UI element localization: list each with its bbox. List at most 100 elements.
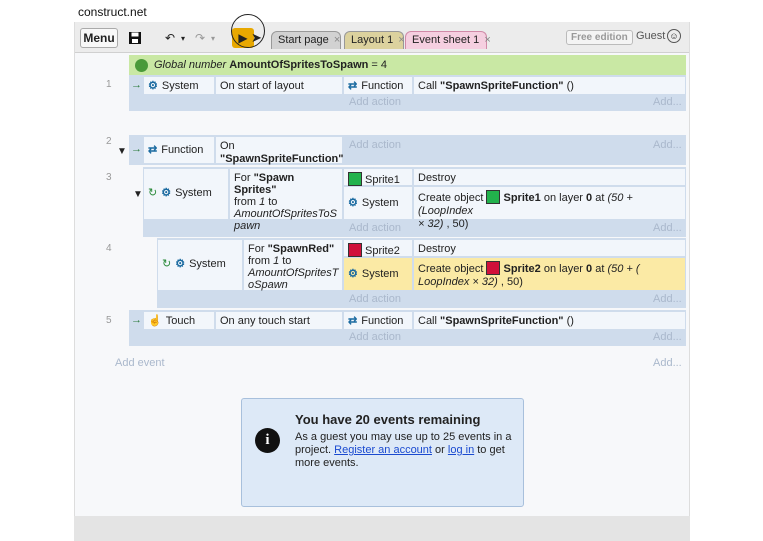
add-action-link[interactable]: Add action bbox=[349, 222, 401, 234]
close-icon[interactable]: × bbox=[334, 34, 340, 46]
user-icon[interactable]: ☺ bbox=[667, 29, 681, 43]
add-event-link[interactable]: Add event bbox=[115, 357, 165, 369]
action-param: "SpawnSpriteFunction" bbox=[440, 80, 564, 92]
condition-verb: On bbox=[220, 140, 235, 152]
add-event-more-link[interactable]: Add... bbox=[653, 357, 682, 369]
collapse-triangle-icon[interactable]: ▼ bbox=[133, 189, 143, 200]
tab-layout-1[interactable]: Layout 1 × bbox=[344, 31, 405, 49]
condition-text-part: to bbox=[279, 255, 292, 267]
redo-dropdown-icon[interactable]: ▾ bbox=[209, 28, 217, 48]
action-object[interactable]: ⚙ System bbox=[343, 257, 413, 291]
object-name: System bbox=[161, 80, 199, 92]
redo-icon[interactable]: ↷ bbox=[191, 28, 209, 48]
object-name: Sprite1 bbox=[365, 174, 400, 186]
function-icon: ⇄ bbox=[348, 315, 358, 327]
event-number: 1 bbox=[106, 79, 112, 90]
register-link[interactable]: Register an account bbox=[334, 444, 432, 456]
gear-icon: ⚙ bbox=[175, 258, 186, 270]
gear-icon: ⚙ bbox=[148, 80, 158, 92]
object-name: System bbox=[189, 258, 226, 270]
action-verb: Call bbox=[418, 80, 441, 92]
condition-param: "SpawnRed" bbox=[267, 243, 335, 255]
add-more-link[interactable]: Add... bbox=[653, 331, 682, 343]
sprite2-icon bbox=[486, 261, 501, 275]
condition-text[interactable]: On any touch start bbox=[215, 311, 343, 330]
add-action-link[interactable]: Add action bbox=[349, 96, 401, 108]
condition-param: pawn bbox=[234, 220, 261, 232]
tab-event-sheet-1[interactable]: Event sheet 1 × bbox=[405, 31, 491, 49]
action-text[interactable]: Call "SpawnSpriteFunction" () bbox=[413, 311, 686, 330]
add-more-link[interactable]: Add... bbox=[653, 96, 682, 108]
action-text[interactable]: Destroy bbox=[413, 239, 686, 257]
undo-icon[interactable]: ↶ bbox=[161, 28, 179, 48]
object-name: System bbox=[361, 268, 399, 280]
event-number: 2 bbox=[106, 136, 112, 147]
tab-label: Layout 1 bbox=[351, 34, 394, 46]
action-object[interactable]: ⚙ System bbox=[343, 186, 413, 220]
condition-object[interactable]: ☝ Touch bbox=[143, 311, 215, 330]
event-sheet: Global number AmountOfSpritesToSpawn = 4… bbox=[75, 53, 689, 516]
action-verb: Call bbox=[418, 315, 441, 327]
action-object[interactable]: ⇄ Function bbox=[343, 311, 413, 330]
function-icon: ⇄ bbox=[348, 80, 358, 92]
toolbar: Menu ↶ ▾ ↷ ▾ ▶ ➤ Start page × Layout 1 ×… bbox=[75, 14, 689, 53]
action-text[interactable]: Destroy bbox=[413, 168, 686, 186]
global-prefix: Global number bbox=[154, 59, 227, 71]
global-value: = 4 bbox=[371, 59, 388, 71]
login-link[interactable]: log in bbox=[448, 444, 474, 456]
close-icon[interactable]: × bbox=[398, 34, 404, 46]
loop-icon: ↻ bbox=[148, 187, 158, 199]
close-icon[interactable]: × bbox=[484, 34, 490, 46]
tab-start-page[interactable]: Start page × bbox=[271, 31, 341, 49]
condition-object[interactable]: ⇄ Function bbox=[143, 136, 215, 164]
action-object[interactable]: Sprite2 bbox=[343, 239, 413, 257]
add-more-link[interactable]: Add... bbox=[653, 293, 682, 305]
undo-dropdown-icon[interactable]: ▾ bbox=[179, 28, 187, 48]
action-param: "SpawnSpriteFunction" bbox=[440, 315, 564, 327]
action-verb: Create object bbox=[418, 263, 487, 275]
notice-body: As a guest you may use up to 25 events i… bbox=[295, 431, 515, 470]
trigger-arrow-icon: → bbox=[131, 79, 142, 91]
action-tail: () bbox=[563, 315, 574, 327]
action-text-part: on layer bbox=[540, 263, 587, 275]
condition-object[interactable]: ⚙ System bbox=[143, 76, 215, 95]
notice-title: You have 20 events remaining bbox=[295, 412, 481, 427]
globe-icon bbox=[135, 58, 148, 72]
action-object[interactable]: ⇄ Function bbox=[343, 76, 413, 95]
guest-label[interactable]: Guest bbox=[636, 30, 665, 42]
add-action-link[interactable]: Add action bbox=[349, 139, 401, 151]
add-more-link[interactable]: Add... bbox=[653, 139, 682, 151]
condition-param: AmountOfSpritesT bbox=[248, 267, 339, 279]
collapse-triangle-icon[interactable]: ▼ bbox=[117, 146, 127, 157]
condition-text[interactable]: On "SpawnSpriteFunction" bbox=[215, 136, 344, 165]
condition-param: oSpawn bbox=[248, 279, 288, 291]
condition-object[interactable]: ↻ ⚙ System bbox=[157, 239, 243, 291]
global-variable-row[interactable]: Global number AmountOfSpritesToSpawn = 4 bbox=[129, 55, 686, 75]
condition-text[interactable]: For "SpawnRed" from 1 to AmountOfSpritesT o… bbox=[243, 239, 343, 291]
function-icon: ⇄ bbox=[148, 144, 158, 156]
action-text[interactable]: Create object Sprite1 on layer 0 at (50 … bbox=[413, 186, 686, 230]
action-object[interactable]: Sprite1 bbox=[343, 168, 413, 186]
free-edition-badge[interactable]: Free edition bbox=[566, 30, 633, 45]
add-action-link[interactable]: Add action bbox=[349, 331, 401, 343]
sprite2-icon bbox=[348, 243, 362, 257]
construct-editor: Menu ↶ ▾ ↷ ▾ ▶ ➤ Start page × Layout 1 ×… bbox=[74, 14, 690, 516]
condition-text[interactable]: For "Spawn Sprites" from 1 to AmountOfSpri… bbox=[229, 168, 343, 232]
action-param: (50 + ( bbox=[607, 263, 640, 275]
object-name: Function bbox=[161, 144, 204, 156]
save-icon[interactable] bbox=[127, 28, 143, 48]
condition-verb: For bbox=[234, 172, 254, 184]
action-param: Sprite1 bbox=[503, 192, 541, 204]
action-param: Sprite2 bbox=[503, 263, 541, 275]
action-text-part: , 50) bbox=[497, 276, 523, 288]
add-action-link[interactable]: Add action bbox=[349, 293, 401, 305]
tab-label: Event sheet 1 bbox=[412, 34, 480, 46]
touch-icon: ☝ bbox=[148, 315, 162, 327]
condition-text[interactable]: On start of layout bbox=[215, 76, 343, 95]
condition-object[interactable]: ↻ ⚙ System bbox=[143, 168, 229, 220]
action-text[interactable]: Create object Sprite2 on layer 0 at (50 … bbox=[413, 257, 686, 291]
menu-button[interactable]: Menu bbox=[80, 28, 118, 48]
add-more-link[interactable]: Add... bbox=[653, 222, 682, 234]
condition-param: "SpawnSpriteFunction" bbox=[220, 153, 344, 165]
action-text[interactable]: Call "SpawnSpriteFunction" () bbox=[413, 76, 686, 95]
